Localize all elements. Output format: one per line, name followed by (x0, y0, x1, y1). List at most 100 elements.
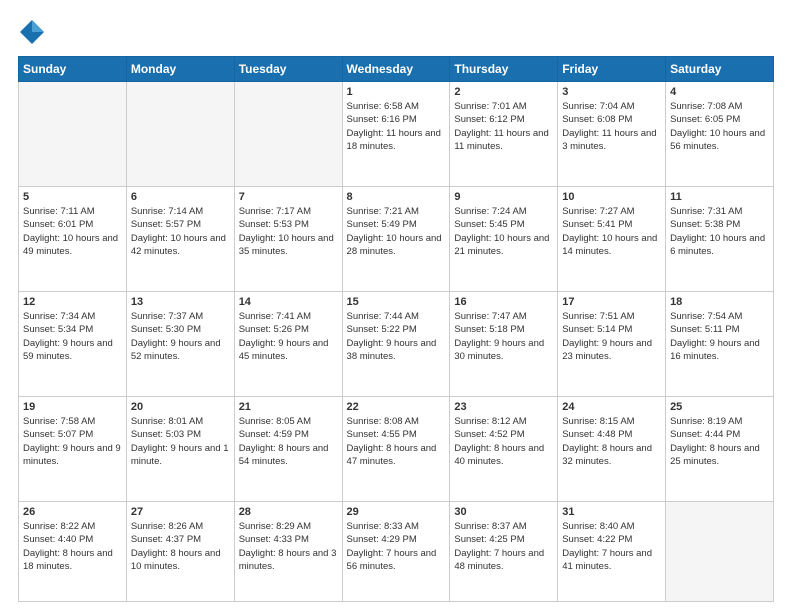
day-info: Sunrise: 7:44 AMSunset: 5:22 PMDaylight:… (347, 310, 446, 363)
day-cell: 22Sunrise: 8:08 AMSunset: 4:55 PMDayligh… (342, 397, 450, 502)
day-info: Sunrise: 7:11 AMSunset: 6:01 PMDaylight:… (23, 205, 122, 258)
day-cell: 31 Sunrise: 8:40 AMSunset: 4:22 PMDayligh… (558, 502, 666, 602)
day-info: Sunrise: 7:34 AMSunset: 5:34 PMDaylight:… (23, 310, 122, 363)
day-number: 29 (347, 506, 446, 518)
day-number: 7 (239, 191, 338, 203)
day-cell: 17Sunrise: 7:51 AMSunset: 5:14 PMDayligh… (558, 292, 666, 397)
day-number: 15 (347, 296, 446, 308)
day-number: 1 (347, 86, 446, 98)
day-cell: 5 Sunrise: 7:11 AMSunset: 6:01 PMDaylight… (19, 187, 127, 292)
day-cell: 12 Sunrise: 7:34 AMSunset: 5:34 PMDayligh… (19, 292, 127, 397)
week-row-5: 26 Sunrise: 8:22 AMSunset: 4:40 PMDayligh… (19, 502, 774, 602)
day-number: 16 (454, 296, 553, 308)
day-cell: 23 Sunrise: 8:12 AMSunset: 4:52 PMDayligh… (450, 397, 558, 502)
day-number: 9 (454, 191, 553, 203)
day-cell: 10 Sunrise: 7:27 AMSunset: 5:41 PMDayligh… (558, 187, 666, 292)
calendar-header-row: SundayMondayTuesdayWednesdayThursdayFrid… (19, 57, 774, 82)
day-info: Sunrise: 7:17 AMSunset: 5:53 PMDaylight:… (239, 205, 338, 258)
day-cell: 24 Sunrise: 8:15 AMSunset: 4:48 PMDayligh… (558, 397, 666, 502)
day-info: Sunrise: 8:19 AMSunset: 4:44 PMDaylight:… (670, 415, 769, 468)
col-header-tuesday: Tuesday (234, 57, 342, 82)
day-cell: 18 Sunrise: 7:54 AMSunset: 5:11 PMDayligh… (666, 292, 774, 397)
day-info: Sunrise: 8:37 AMSunset: 4:25 PMDaylight:… (454, 520, 553, 573)
day-number: 13 (131, 296, 230, 308)
day-cell: 6Sunrise: 7:14 AMSunset: 5:57 PMDaylight… (126, 187, 234, 292)
day-number: 11 (670, 191, 769, 203)
day-number: 22 (347, 401, 446, 413)
day-cell: 3 Sunrise: 7:04 AMSunset: 6:08 PMDaylight… (558, 82, 666, 187)
day-info: Sunrise: 8:29 AMSunset: 4:33 PMDaylight:… (239, 520, 338, 573)
day-info: Sunrise: 8:26 AMSunset: 4:37 PMDaylight:… (131, 520, 230, 573)
logo-icon (18, 18, 46, 46)
page: SundayMondayTuesdayWednesdayThursdayFrid… (0, 0, 792, 612)
day-number: 25 (670, 401, 769, 413)
day-info: Sunrise: 7:24 AMSunset: 5:45 PMDaylight:… (454, 205, 553, 258)
day-info: Sunrise: 8:15 AMSunset: 4:48 PMDaylight:… (562, 415, 661, 468)
day-info: Sunrise: 7:51 AMSunset: 5:14 PMDaylight:… (562, 310, 661, 363)
day-number: 10 (562, 191, 661, 203)
day-cell: 28Sunrise: 8:29 AMSunset: 4:33 PMDayligh… (234, 502, 342, 602)
day-cell (19, 82, 127, 187)
day-info: Sunrise: 7:08 AMSunset: 6:05 PMDaylight:… (670, 100, 769, 153)
day-info: Sunrise: 7:27 AMSunset: 5:41 PMDaylight:… (562, 205, 661, 258)
day-cell: 30 Sunrise: 8:37 AMSunset: 4:25 PMDayligh… (450, 502, 558, 602)
day-number: 24 (562, 401, 661, 413)
day-info: Sunrise: 8:05 AMSunset: 4:59 PMDaylight:… (239, 415, 338, 468)
col-header-monday: Monday (126, 57, 234, 82)
day-cell: 25 Sunrise: 8:19 AMSunset: 4:44 PMDayligh… (666, 397, 774, 502)
day-number: 14 (239, 296, 338, 308)
day-info: Sunrise: 7:37 AMSunset: 5:30 PMDaylight:… (131, 310, 230, 363)
col-header-saturday: Saturday (666, 57, 774, 82)
header (18, 18, 774, 46)
logo (18, 18, 50, 46)
day-cell: 11 Sunrise: 7:31 AMSunset: 5:38 PMDayligh… (666, 187, 774, 292)
week-row-1: 1 Sunrise: 6:58 AMSunset: 6:16 PMDaylight… (19, 82, 774, 187)
day-number: 3 (562, 86, 661, 98)
day-info: Sunrise: 6:58 AMSunset: 6:16 PMDaylight:… (347, 100, 446, 153)
day-cell: 21Sunrise: 8:05 AMSunset: 4:59 PMDayligh… (234, 397, 342, 502)
day-number: 8 (347, 191, 446, 203)
day-number: 5 (23, 191, 122, 203)
calendar-table: SundayMondayTuesdayWednesdayThursdayFrid… (18, 56, 774, 602)
day-info: Sunrise: 8:01 AMSunset: 5:03 PMDaylight:… (131, 415, 230, 468)
day-info: Sunrise: 8:40 AMSunset: 4:22 PMDaylight:… (562, 520, 661, 573)
day-cell: 9 Sunrise: 7:24 AMSunset: 5:45 PMDaylight… (450, 187, 558, 292)
day-number: 12 (23, 296, 122, 308)
day-cell: 1 Sunrise: 6:58 AMSunset: 6:16 PMDaylight… (342, 82, 450, 187)
day-cell: 26 Sunrise: 8:22 AMSunset: 4:40 PMDayligh… (19, 502, 127, 602)
day-cell: 7 Sunrise: 7:17 AMSunset: 5:53 PMDaylight… (234, 187, 342, 292)
day-info: Sunrise: 7:41 AMSunset: 5:26 PMDaylight:… (239, 310, 338, 363)
day-info: Sunrise: 7:54 AMSunset: 5:11 PMDaylight:… (670, 310, 769, 363)
day-info: Sunrise: 7:14 AMSunset: 5:57 PMDaylight:… (131, 205, 230, 258)
day-info: Sunrise: 7:01 AMSunset: 6:12 PMDaylight:… (454, 100, 553, 153)
day-number: 30 (454, 506, 553, 518)
day-cell: 20 Sunrise: 8:01 AMSunset: 5:03 PMDayligh… (126, 397, 234, 502)
day-number: 20 (131, 401, 230, 413)
day-number: 23 (454, 401, 553, 413)
day-number: 2 (454, 86, 553, 98)
day-cell: 14 Sunrise: 7:41 AMSunset: 5:26 PMDayligh… (234, 292, 342, 397)
col-header-thursday: Thursday (450, 57, 558, 82)
day-number: 18 (670, 296, 769, 308)
day-cell (126, 82, 234, 187)
day-cell: 15 Sunrise: 7:44 AMSunset: 5:22 PMDayligh… (342, 292, 450, 397)
day-number: 26 (23, 506, 122, 518)
day-info: Sunrise: 7:47 AMSunset: 5:18 PMDaylight:… (454, 310, 553, 363)
day-number: 4 (670, 86, 769, 98)
day-info: Sunrise: 8:33 AMSunset: 4:29 PMDaylight:… (347, 520, 446, 573)
day-cell: 16 Sunrise: 7:47 AMSunset: 5:18 PMDayligh… (450, 292, 558, 397)
day-number: 31 (562, 506, 661, 518)
week-row-2: 5 Sunrise: 7:11 AMSunset: 6:01 PMDaylight… (19, 187, 774, 292)
day-cell (666, 502, 774, 602)
day-info: Sunrise: 7:31 AMSunset: 5:38 PMDaylight:… (670, 205, 769, 258)
day-cell: 19Sunrise: 7:58 AMSunset: 5:07 PMDayligh… (19, 397, 127, 502)
day-info: Sunrise: 8:22 AMSunset: 4:40 PMDaylight:… (23, 520, 122, 573)
col-header-sunday: Sunday (19, 57, 127, 82)
week-row-3: 12 Sunrise: 7:34 AMSunset: 5:34 PMDayligh… (19, 292, 774, 397)
day-info: Sunrise: 7:04 AMSunset: 6:08 PMDaylight:… (562, 100, 661, 153)
day-info: Sunrise: 7:58 AMSunset: 5:07 PMDaylight:… (23, 415, 122, 468)
day-cell (234, 82, 342, 187)
day-info: Sunrise: 8:12 AMSunset: 4:52 PMDaylight:… (454, 415, 553, 468)
col-header-friday: Friday (558, 57, 666, 82)
day-cell: 2 Sunrise: 7:01 AMSunset: 6:12 PMDaylight… (450, 82, 558, 187)
